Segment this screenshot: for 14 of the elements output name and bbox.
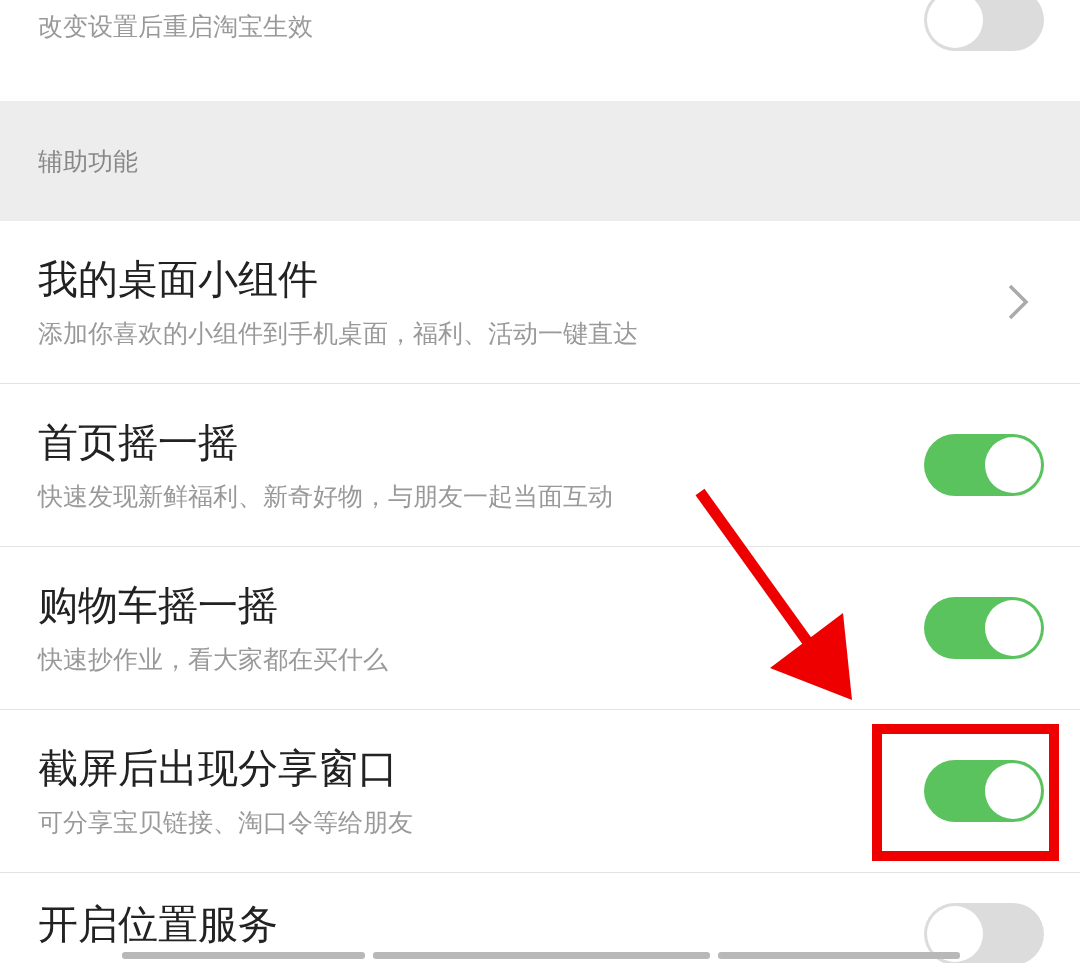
- setting-description: 添加你喜欢的小组件到手机桌面，福利、活动一键直达: [38, 318, 639, 350]
- toggle-switch[interactable]: [924, 0, 1044, 51]
- setting-description: 快速抄作业，看大家都在买什么: [38, 644, 389, 676]
- setting-description: 可分享宝贝链接、淘口令等给朋友: [38, 807, 414, 839]
- setting-title: 我的桌面小组件: [38, 255, 319, 304]
- setting-title: 截屏后出现分享窗口: [38, 744, 399, 793]
- chevron-right-icon: [1006, 282, 1030, 322]
- toggle-switch[interactable]: [924, 903, 1044, 963]
- setting-title: 开启位置服务: [38, 903, 279, 945]
- setting-title: 购物车摇一摇: [38, 581, 279, 630]
- setting-description: 改变设置后重启淘宝生效: [38, 10, 314, 43]
- section-header: 辅助功能: [38, 145, 138, 178]
- setting-title: 首页摇一摇: [38, 418, 239, 467]
- setting-description: 快速发现新鲜福利、新奇好物，与朋友一起当面互动: [38, 481, 614, 513]
